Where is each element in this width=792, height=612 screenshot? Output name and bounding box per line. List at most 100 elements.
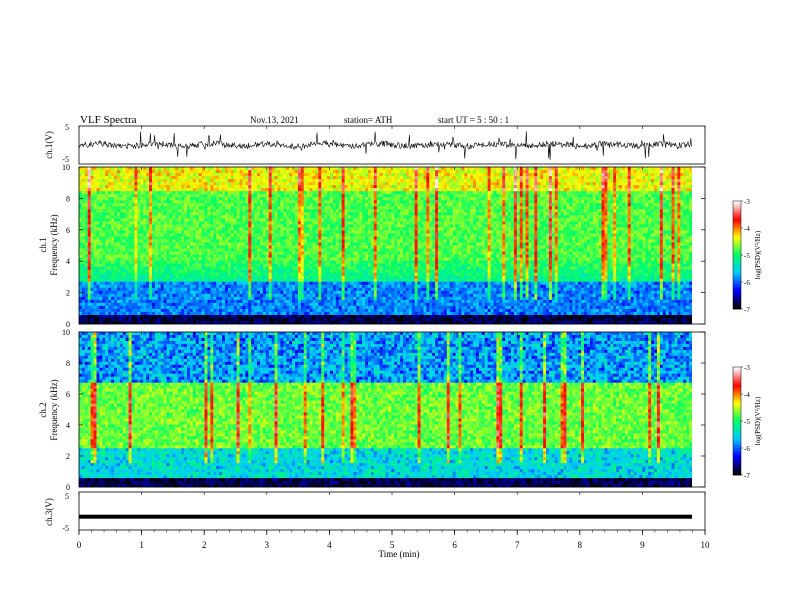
- ch1-spectrogram-cell: [190, 258, 193, 261]
- ch1-spectrogram-cell: [111, 233, 114, 236]
- ch1-spectrogram-cell: [295, 309, 298, 312]
- ch1-spectrogram-cell: [272, 282, 275, 285]
- ch1-spectrogram-cell: [219, 261, 222, 264]
- ch1-spectrogram-cell: [254, 209, 257, 212]
- ch1-spectrogram-cell: [120, 176, 123, 179]
- ch1-spectrogram-cell: [254, 224, 257, 227]
- ch1-spectrogram-cell: [132, 318, 135, 321]
- ch1-spectrogram-cell: [269, 255, 272, 258]
- ch1-spectrogram-cell: [330, 206, 333, 209]
- ch1-spectrogram-cell: [140, 294, 143, 297]
- ch1-spectrogram-cell: [164, 267, 167, 270]
- ch1-spectrogram-cell: [146, 252, 149, 255]
- ch1-spectrogram-cell: [286, 200, 289, 203]
- ch1-spectrogram-cell: [330, 306, 333, 309]
- ch1-spectrogram-cell: [272, 221, 275, 224]
- ch1-spectrogram-cell: [231, 167, 234, 170]
- ch1-spectrogram-cell: [193, 230, 196, 233]
- ch1-spectrogram-cell: [123, 297, 126, 300]
- ch1-spectrogram-cell: [313, 315, 316, 318]
- ch1-spectrogram-cell: [251, 252, 254, 255]
- ch1-spectrogram-cell: [228, 279, 231, 282]
- ch1-spectrogram-cell: [216, 188, 219, 191]
- ch1-spectrogram-cell: [339, 188, 342, 191]
- ch1-spectrogram-cell: [88, 312, 91, 315]
- ch1-spectrogram-cell: [178, 242, 181, 245]
- ch1-spectrogram-cell: [161, 297, 164, 300]
- ch1-spectrogram-cell: [260, 236, 263, 239]
- ch1-spectrogram-cell: [228, 303, 231, 306]
- ch1-spectrogram-cell: [330, 194, 333, 197]
- ch1-spectrogram-cell: [210, 285, 213, 288]
- ch1-spectrogram-cell: [251, 255, 254, 258]
- ch1-spectrogram-cell: [117, 188, 120, 191]
- ch1-spectrogram-cell: [158, 179, 161, 182]
- ch1-spectrogram-cell: [345, 239, 348, 242]
- ch1-spectrogram-cell: [315, 224, 318, 227]
- ch1-spectrogram-cell: [242, 297, 245, 300]
- ch1-spectrogram-cell: [126, 191, 129, 194]
- ch1-spectrogram-cell: [333, 200, 336, 203]
- ch1-spectrogram-cell: [324, 203, 327, 206]
- ch1-spectrogram-cell: [248, 191, 251, 194]
- ch1-spectrogram-cell: [222, 239, 225, 242]
- ch1-spectrogram-cell: [333, 191, 336, 194]
- ch1-spectrogram-cell: [108, 264, 111, 267]
- ch1-spectrogram-cell: [105, 215, 108, 218]
- ch1-spectrogram-cell: [94, 191, 97, 194]
- ch1-spectrogram-cell: [207, 249, 210, 252]
- ch1-spectrogram-cell: [181, 194, 184, 197]
- ch1-spectrogram-cell: [251, 258, 254, 261]
- ch1-spectrogram-cell: [88, 227, 91, 230]
- ch1-spectrogram-cell: [91, 176, 94, 179]
- ch1-spectrogram-cell: [257, 212, 260, 215]
- ch1-spectrogram-cell: [82, 300, 85, 303]
- ch1-spectrogram-cell: [210, 191, 213, 194]
- ch1-spectrogram-cell: [120, 230, 123, 233]
- ch1-spectrogram-cell: [263, 315, 266, 318]
- ch1-spectrogram-cell: [79, 212, 82, 215]
- ch1-spectrogram-cell: [333, 312, 336, 315]
- ch1-spectrogram-cell: [181, 218, 184, 221]
- ch1-spectrogram-cell: [146, 246, 149, 249]
- ch1-spectrogram-cell: [152, 191, 155, 194]
- ch1-spectrogram-cell: [263, 303, 266, 306]
- ch1-spectrogram-cell: [88, 264, 91, 267]
- ch1-spectrogram-cell: [333, 276, 336, 279]
- ch1-spectrogram-cell: [342, 221, 345, 224]
- ch1-spectrogram-cell: [181, 173, 184, 176]
- ch1-spectrogram-cell: [266, 176, 269, 179]
- ch1-spectrogram-cell: [348, 300, 351, 303]
- ch1-spectrogram-cell: [237, 246, 240, 249]
- ch1-spectrogram-cell: [123, 203, 126, 206]
- ch1-spectrogram-cell: [97, 249, 100, 252]
- ch1-spectrogram-cell: [193, 176, 196, 179]
- ch1-spectrogram-cell: [301, 264, 304, 267]
- ch1-spectrogram-cell: [307, 185, 310, 188]
- ch1-spectrogram-cell: [275, 246, 278, 249]
- ch1-spectrogram-cell: [263, 185, 266, 188]
- ch1-spectrogram-cell: [140, 282, 143, 285]
- ch1-spectrogram-cell: [79, 318, 82, 321]
- ch1-spectrogram-cell: [175, 221, 178, 224]
- ch1-spectrogram-cell: [82, 239, 85, 242]
- ch1-spectrogram-cell: [321, 303, 324, 306]
- ch1-spectrogram-cell: [289, 312, 292, 315]
- ch1-spectrogram-cell: [327, 212, 330, 215]
- ch1-spectrogram-cell: [278, 297, 281, 300]
- ch1-spectrogram-cell: [196, 261, 199, 264]
- ch1-spectrogram-cell: [207, 170, 210, 173]
- ch1-spectrogram-cell: [315, 179, 318, 182]
- ch1-spectrogram-cell: [213, 185, 216, 188]
- ch1-spectrogram-cell: [196, 173, 199, 176]
- ch1-spectrogram-cell: [94, 170, 97, 173]
- ch1-spectrogram-cell: [175, 167, 178, 170]
- ch1-spectrogram-cell: [193, 239, 196, 242]
- ch1-spectrogram-cell: [97, 297, 100, 300]
- ch1-spectrogram-cell: [111, 218, 114, 221]
- ch1-spectrogram-cell: [205, 249, 208, 252]
- ch1-spectrogram-cell: [99, 285, 102, 288]
- ch1-spectrogram-cell: [283, 264, 286, 267]
- ch1-spectrogram-cell: [263, 227, 266, 230]
- ch1-spectrogram-cell: [307, 206, 310, 209]
